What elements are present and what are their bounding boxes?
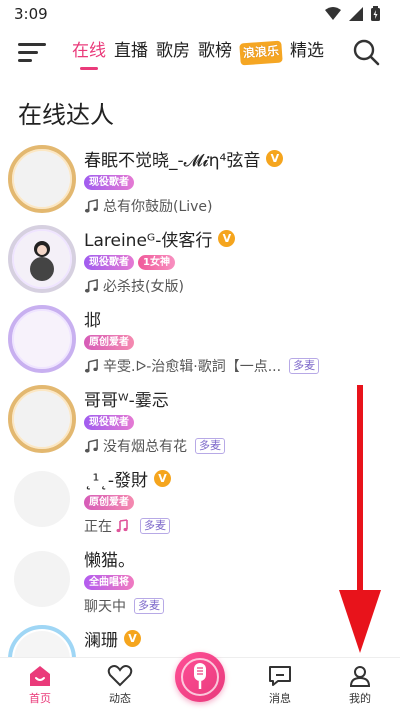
nav-messages-label: 消息: [269, 692, 291, 705]
status-time: 3:09: [14, 5, 48, 23]
verified-icon: V: [266, 149, 284, 167]
user-badge: 现役歌者: [84, 174, 134, 190]
status-text: 正在: [84, 519, 112, 535]
avatar-frame: [8, 385, 76, 453]
tab-featured[interactable]: 精选: [290, 38, 324, 64]
verified-icon: V: [153, 469, 171, 487]
status-text: 聊天中: [84, 599, 126, 615]
profile-icon: [349, 666, 371, 687]
avatar-frame: [8, 145, 76, 213]
nav-feed[interactable]: 动态: [90, 664, 150, 706]
list-item[interactable]: Lareineᴳ-侠客行 V 现役歌者 1女神 必杀技(女版): [0, 225, 400, 305]
list-item[interactable]: 懒猫。 全曲唱将 聊天中 多麦: [0, 545, 400, 625]
multi-mic-tag: 多麦: [195, 438, 225, 454]
tab-song-room[interactable]: 歌房: [156, 38, 190, 64]
wifi-icon: [325, 6, 341, 20]
heart-icon: [107, 665, 133, 687]
user-name: 春眠不觉晓_-𝓜𝓲η⁴弦音: [84, 150, 261, 171]
nav-home[interactable]: 首页: [10, 664, 70, 706]
nav-profile[interactable]: 我的: [330, 664, 390, 706]
microphone-button[interactable]: [175, 652, 225, 702]
music-note-icon: [84, 438, 98, 453]
user-name: 澜珊: [84, 630, 118, 651]
search-icon[interactable]: [352, 38, 380, 66]
user-name: ˛¹˛-發財: [84, 470, 148, 491]
battery-icon: [371, 6, 380, 21]
avatar[interactable]: [8, 305, 76, 373]
music-notes-icon: [116, 519, 128, 533]
status-bar: 3:09: [0, 0, 400, 28]
user-name: 邶: [84, 310, 101, 331]
user-name: Lareineᴳ-侠客行: [84, 230, 213, 251]
user-badge: 原创爱者: [84, 494, 134, 510]
bottom-nav: 首页 动态 消息 我的: [0, 652, 400, 711]
tab-bar: 在线 直播 歌房 歌榜 浪浪乐 精选: [72, 38, 324, 66]
microphone-icon: [194, 663, 206, 689]
list-item[interactable]: 邶 原创爱者 辛雯.ᐅ-治愈辑·歌詞【一点... 多麦: [0, 305, 400, 385]
song-title: 总有你鼓励(Live): [103, 199, 213, 215]
list-item[interactable]: 哥哥ᵂ-霎忈 现役歌者 没有烟总有花 多麦: [0, 385, 400, 465]
status-icons: [325, 6, 380, 21]
tab-online[interactable]: 在线: [72, 38, 106, 64]
user-badge: 现役歌者: [84, 414, 134, 430]
list-item[interactable]: 春眠不觉晓_-𝓜𝓲η⁴弦音 V 现役歌者 总有你鼓励(Live): [0, 145, 400, 225]
avatar[interactable]: [14, 471, 70, 527]
nav-home-label: 首页: [29, 692, 51, 705]
music-note-icon: [84, 198, 98, 213]
avatar-frame: [8, 225, 76, 293]
nav-messages[interactable]: 消息: [250, 664, 310, 706]
avatar[interactable]: [8, 145, 76, 213]
menu-icon[interactable]: [18, 40, 46, 66]
tab-promo-badge[interactable]: 浪浪乐: [239, 40, 283, 66]
multi-mic-tag: 多麦: [140, 518, 170, 534]
nav-feed-label: 动态: [109, 692, 131, 705]
multi-mic-tag: 多麦: [289, 358, 320, 374]
verified-icon: V: [218, 229, 236, 247]
verified-icon: V: [124, 629, 141, 647]
song-title: 辛雯.ᐅ-治愈辑·歌詞【一点...: [103, 359, 282, 375]
music-note-icon: [84, 358, 98, 373]
user-badge: 全曲唱将: [84, 574, 134, 590]
song-title: 没有烟总有花: [103, 439, 187, 455]
song-title: 必杀技(女版): [103, 279, 184, 295]
multi-mic-tag: 多麦: [134, 598, 164, 614]
home-icon: [30, 666, 50, 686]
message-icon: [269, 666, 291, 686]
avatar[interactable]: [8, 225, 76, 293]
top-nav: 在线 直播 歌房 歌榜 浪浪乐 精选: [0, 34, 400, 74]
nav-profile-label: 我的: [349, 692, 371, 705]
tab-live[interactable]: 直播: [114, 38, 148, 64]
tab-charts[interactable]: 歌榜: [198, 38, 232, 64]
user-badge: 现役歌者: [84, 254, 134, 270]
signal-icon: [349, 6, 363, 21]
avatar-frame: [8, 305, 76, 373]
music-note-icon: [84, 278, 98, 293]
user-name: 哥哥ᵂ-霎忈: [84, 390, 169, 411]
avatar[interactable]: [8, 385, 76, 453]
user-badge: 原创爱者: [84, 334, 134, 350]
user-badge: 1女神: [138, 254, 175, 270]
avatar[interactable]: [14, 551, 70, 607]
section-title: 在线达人: [18, 101, 114, 129]
active-tab-indicator: [80, 67, 98, 70]
list-item[interactable]: ˛¹˛-發財 V 原创爱者 正在 多麦: [0, 465, 400, 545]
user-name: 懒猫。: [84, 550, 135, 571]
